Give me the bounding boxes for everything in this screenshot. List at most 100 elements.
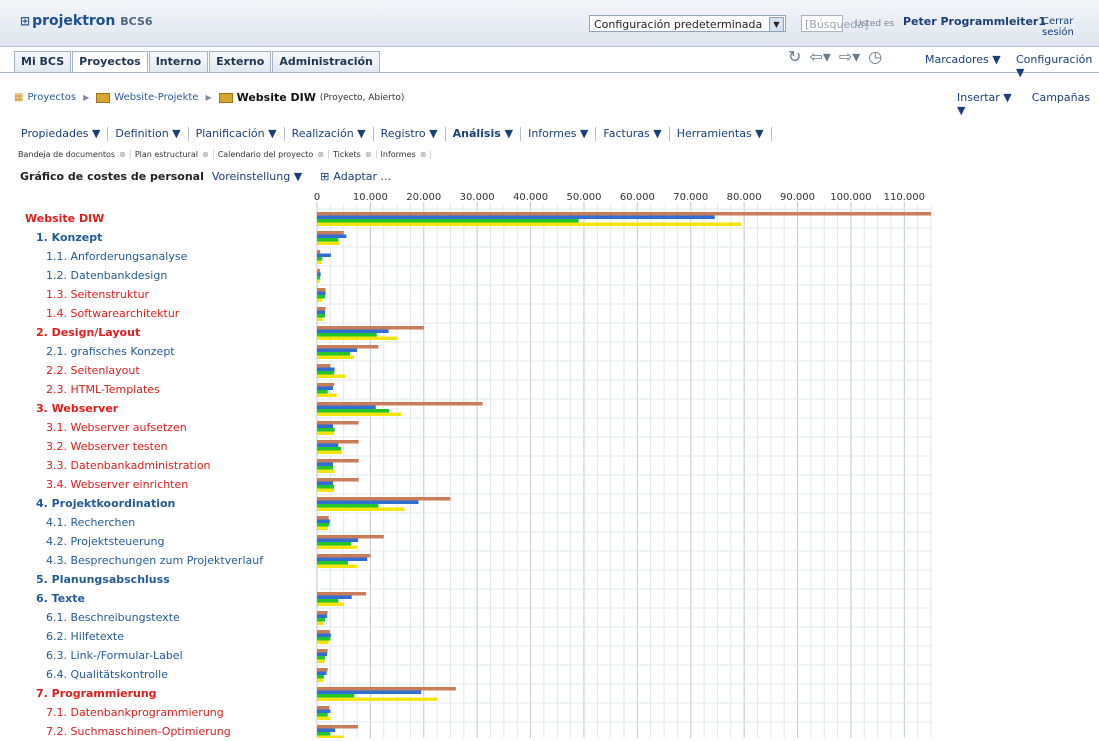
cost-bar xyxy=(317,326,424,330)
tree-row[interactable]: Website DIW xyxy=(0,209,316,228)
close-icon[interactable]: ⊗ xyxy=(317,150,324,159)
close-icon[interactable]: ⊗ xyxy=(119,150,126,159)
cost-bar xyxy=(317,697,438,701)
doc-tab[interactable]: Informes ⊗ xyxy=(377,150,432,159)
tree-row[interactable]: 4.2. Projektsteuerung xyxy=(0,532,316,551)
history-icon[interactable]: ◷ xyxy=(868,47,882,66)
menu-invoices[interactable]: Facturas ▼ xyxy=(596,127,670,141)
menu-definition[interactable]: Definition ▼ xyxy=(108,127,189,141)
adapt-icon[interactable]: ⊞ xyxy=(320,170,329,183)
tab-my-bcs[interactable]: Mi BCS xyxy=(14,51,72,72)
close-icon[interactable]: ⊗ xyxy=(202,150,209,159)
tree-row[interactable]: 2.3. HTML-Templates xyxy=(0,380,316,399)
x-tick-label: 110.000 xyxy=(884,192,925,203)
cost-bar xyxy=(317,253,331,257)
bookmarks-menu[interactable]: Marcadores ▼ xyxy=(925,53,1001,66)
tree-row[interactable]: 7.1. Datenbankprogrammierung xyxy=(0,703,316,722)
back-icon[interactable]: ⇦▾ xyxy=(809,47,830,66)
tree-row[interactable]: 4.1. Recherchen xyxy=(0,513,316,532)
tree-row[interactable]: 4. Projektkoordination xyxy=(0,494,316,513)
tab-projects[interactable]: Proyectos xyxy=(72,51,148,72)
cost-bar xyxy=(317,272,321,276)
cost-chart: 0 10.000 20.000 30.000 40.000 50.000 60.000 70.… xyxy=(314,192,932,738)
cost-bar xyxy=(317,497,451,501)
logout-link[interactable]: Cerrar sesión xyxy=(1042,16,1099,38)
preset-menu[interactable]: Voreinstellung ▼ xyxy=(212,170,302,183)
doc-tab[interactable]: Calendario del proyecto ⊗ xyxy=(214,150,329,159)
tree-row[interactable]: 3.1. Webserver aufsetzen xyxy=(0,418,316,437)
doc-tab-label: Calendario del proyecto xyxy=(217,150,314,159)
menu-planning[interactable]: Planificación ▼ xyxy=(189,127,285,141)
tab-external[interactable]: Externo xyxy=(209,51,272,72)
close-icon[interactable]: ⊗ xyxy=(365,150,372,159)
tree-row[interactable]: 1.3. Seitenstruktur xyxy=(0,285,316,304)
tree-row[interactable]: 4.3. Besprechungen zum Projektverlauf xyxy=(0,551,316,570)
refresh-icon[interactable]: ↻ xyxy=(788,47,801,66)
menu-properties[interactable]: Propiedades ▼ xyxy=(14,127,109,141)
menu-realization[interactable]: Realización ▼ xyxy=(285,127,374,141)
tree-row[interactable]: 2.1. grafisches Konzept xyxy=(0,342,316,361)
tab-internal[interactable]: Interno xyxy=(148,51,209,72)
menu-tools[interactable]: Herramientas ▼ xyxy=(670,127,772,141)
top-header: ⊞ projektron BCS6 Configuración predeterm… xyxy=(0,0,1099,47)
menu-reports[interactable]: Informes ▼ xyxy=(521,127,597,141)
tree-row[interactable]: 2. Design/Layout xyxy=(0,323,316,342)
tree-row[interactable]: 3.4. Webserver einrichten xyxy=(0,475,316,494)
tree-row[interactable]: 6.1. Beschreibungstexte xyxy=(0,608,316,627)
x-tick-label: 90.000 xyxy=(780,192,815,203)
tree-row[interactable]: 6.2. Hilfetexte xyxy=(0,627,316,646)
cost-bar xyxy=(317,421,359,425)
cost-bar xyxy=(317,614,328,618)
cost-bar xyxy=(317,656,326,660)
tab-administration[interactable]: Administración xyxy=(272,51,380,72)
tab-divider xyxy=(0,72,1099,73)
cost-bar xyxy=(317,386,334,390)
cost-bar xyxy=(317,564,358,568)
user-name[interactable]: Peter Programmleiter1 xyxy=(903,15,1046,28)
tree-row[interactable]: 1.1. Anforderungsanalyse xyxy=(0,247,316,266)
tree-row[interactable]: 6.4. Qualitätskontrolle xyxy=(0,665,316,684)
menu-registry[interactable]: Registro ▼ xyxy=(374,127,446,141)
tree-row[interactable]: 3. Webserver xyxy=(0,399,316,418)
configuration-menu[interactable]: Configuración ▼ xyxy=(1016,53,1099,79)
cost-bar xyxy=(317,314,326,318)
cost-bar xyxy=(317,231,344,235)
adapt-link[interactable]: Adaptar ... xyxy=(333,170,391,183)
forward-icon[interactable]: ⇨▾ xyxy=(839,47,860,66)
tree-row[interactable]: 1. Konzept xyxy=(0,228,316,247)
tree-row[interactable]: 1.2. Datenbankdesign xyxy=(0,266,316,285)
doc-tab-label: Tickets xyxy=(332,150,361,159)
cost-bar xyxy=(317,333,377,337)
tree-row[interactable]: 1.4. Softwarearchitektur xyxy=(0,304,316,323)
insert-menu[interactable]: Insertar ▼ xyxy=(957,91,1012,104)
menu-analysis[interactable]: Análisis ▼ xyxy=(446,127,522,141)
search-input[interactable]: [Búsqueda] xyxy=(801,15,868,32)
tree-row[interactable]: 3.3. Datenbankadministration xyxy=(0,456,316,475)
cost-bar xyxy=(317,630,330,634)
tree-row[interactable]: 7.2. Suchmaschinen-Optimierung xyxy=(0,722,316,741)
breadcrumb-projects[interactable]: Proyectos xyxy=(27,92,76,103)
tree-row[interactable]: 2.2. Seitenlayout xyxy=(0,361,316,380)
tree-row[interactable]: 7. Programmierung xyxy=(0,684,316,703)
tree-row[interactable]: 6.3. Link-/Formular-Label xyxy=(0,646,316,665)
cost-bar xyxy=(317,288,326,292)
tree-row[interactable]: 5. Planungsabschluss xyxy=(0,570,316,589)
cost-bar xyxy=(317,478,359,482)
tree-row[interactable]: 3.2. Webserver testen xyxy=(0,437,316,456)
tree-row[interactable]: 6. Texte xyxy=(0,589,316,608)
doc-tab[interactable]: Tickets ⊗ xyxy=(329,150,377,159)
cost-bar xyxy=(317,345,379,349)
breadcrumb-website-projects[interactable]: Website-Projekte xyxy=(114,92,198,103)
cost-bar xyxy=(317,690,422,694)
configuration-select[interactable]: Configuración predeterminada ▼ xyxy=(589,15,786,32)
cost-bar xyxy=(317,450,343,454)
cost-bar xyxy=(317,212,931,216)
logo-suffix: BCS6 xyxy=(120,15,153,28)
cost-bar xyxy=(317,298,323,302)
doc-tab[interactable]: Bandeja de documentos ⊗ xyxy=(14,150,131,159)
cost-bar xyxy=(317,526,328,530)
close-icon[interactable]: ⊗ xyxy=(420,150,427,159)
doc-tab[interactable]: Plan estructural ⊗ xyxy=(131,150,214,159)
cost-bar xyxy=(317,352,351,356)
cost-bar xyxy=(317,364,331,368)
